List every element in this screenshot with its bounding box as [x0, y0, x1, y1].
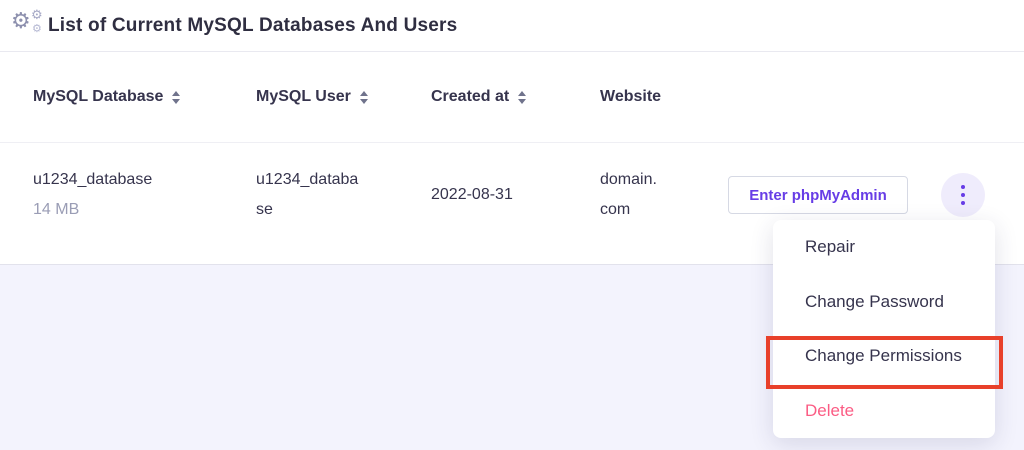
- sort-arrows-icon: [360, 91, 368, 104]
- menu-item-delete[interactable]: Delete: [773, 384, 995, 439]
- gears-icon: ⚙ ⚙ ⚙: [10, 10, 48, 42]
- column-header-website: Website: [600, 88, 728, 106]
- sort-arrows-icon: [172, 91, 180, 104]
- card-header: ⚙ ⚙ ⚙ List of Current MySQL Databases An…: [0, 0, 1024, 52]
- kebab-menu-icon: [961, 185, 965, 205]
- column-header-mysql-user[interactable]: MySQL User: [256, 88, 431, 106]
- sort-arrows-icon: [518, 91, 526, 104]
- cell-user: u1234_database: [256, 165, 362, 225]
- menu-item-change-password[interactable]: Change Password: [773, 275, 995, 330]
- cell-created-at: 2022-08-31: [431, 180, 600, 210]
- database-size: 14 MB: [33, 195, 256, 225]
- kebab-menu-button[interactable]: [941, 173, 985, 217]
- page: ⚙ ⚙ ⚙ List of Current MySQL Databases An…: [0, 0, 1024, 450]
- menu-item-repair[interactable]: Repair: [773, 220, 995, 275]
- table-header-row: MySQL Database MySQL User Created at Web…: [0, 52, 1024, 143]
- column-header-created-at[interactable]: Created at: [431, 88, 600, 106]
- database-name: u1234_database: [33, 165, 256, 195]
- enter-phpmyadmin-button[interactable]: Enter phpMyAdmin: [728, 176, 908, 214]
- cell-website: domain.com: [600, 165, 662, 225]
- row-actions-dropdown: Repair Change Password Change Permission…: [773, 220, 995, 438]
- cell-database: u1234_database 14 MB: [33, 165, 256, 225]
- menu-item-change-permissions[interactable]: Change Permissions: [773, 329, 995, 384]
- column-header-mysql-database[interactable]: MySQL Database: [33, 88, 256, 106]
- page-title: List of Current MySQL Databases And User…: [48, 15, 457, 37]
